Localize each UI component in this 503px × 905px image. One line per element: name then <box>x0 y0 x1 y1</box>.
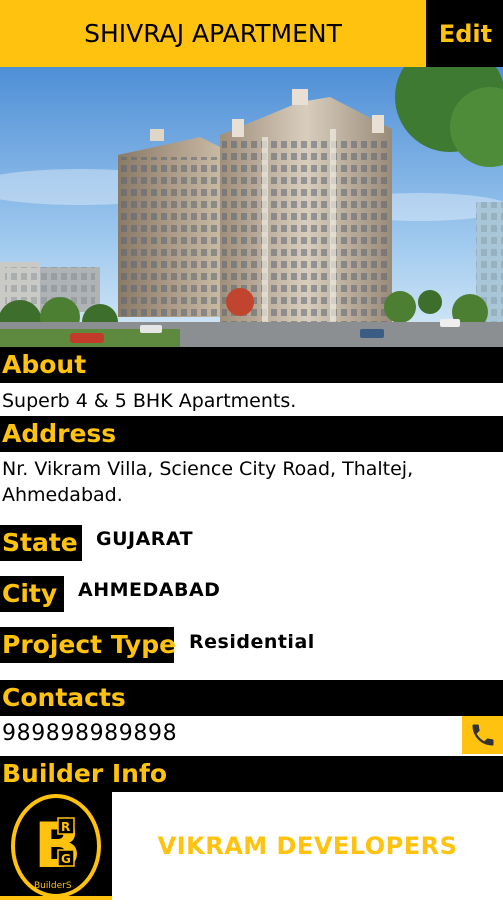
about-heading: About <box>0 347 503 383</box>
builder-info-heading: Builder Info <box>0 756 503 792</box>
about-text: Superb 4 & 5 BHK Apartments. <box>2 390 297 412</box>
project-type-label: Project Type <box>0 627 176 663</box>
app-header: SHIVRAJ APARTMENT Edit <box>0 0 503 67</box>
address-text: Nr. Vikram Villa, Science City Road, Tha… <box>2 458 414 506</box>
svg-text:G: G <box>61 852 71 866</box>
builder-row: B R G BuilderS VIKRAM DEVELOPERS <box>0 792 503 900</box>
state-value: GUJARAT <box>96 528 194 550</box>
edit-button[interactable]: Edit <box>428 0 503 67</box>
city-label: City <box>0 576 64 612</box>
project-photo <box>0 67 503 347</box>
city-value: AHMEDABAD <box>78 579 221 601</box>
page-title: SHIVRAJ APARTMENT <box>0 0 426 67</box>
builder-name[interactable]: VIKRAM DEVELOPERS <box>112 792 503 900</box>
address-heading: Address <box>0 416 503 452</box>
phone-icon <box>472 724 493 746</box>
svg-text:BuilderS: BuilderS <box>34 881 72 891</box>
contacts-heading: Contacts <box>0 680 503 716</box>
project-type-value: Residential <box>189 631 315 653</box>
builder-logo: B R G BuilderS <box>0 792 112 900</box>
svg-text:R: R <box>61 820 70 834</box>
state-label: State <box>0 525 82 561</box>
contact-row: 989898989898 <box>0 716 503 754</box>
phone-number[interactable]: 989898989898 <box>2 721 177 746</box>
call-button[interactable] <box>462 716 503 754</box>
